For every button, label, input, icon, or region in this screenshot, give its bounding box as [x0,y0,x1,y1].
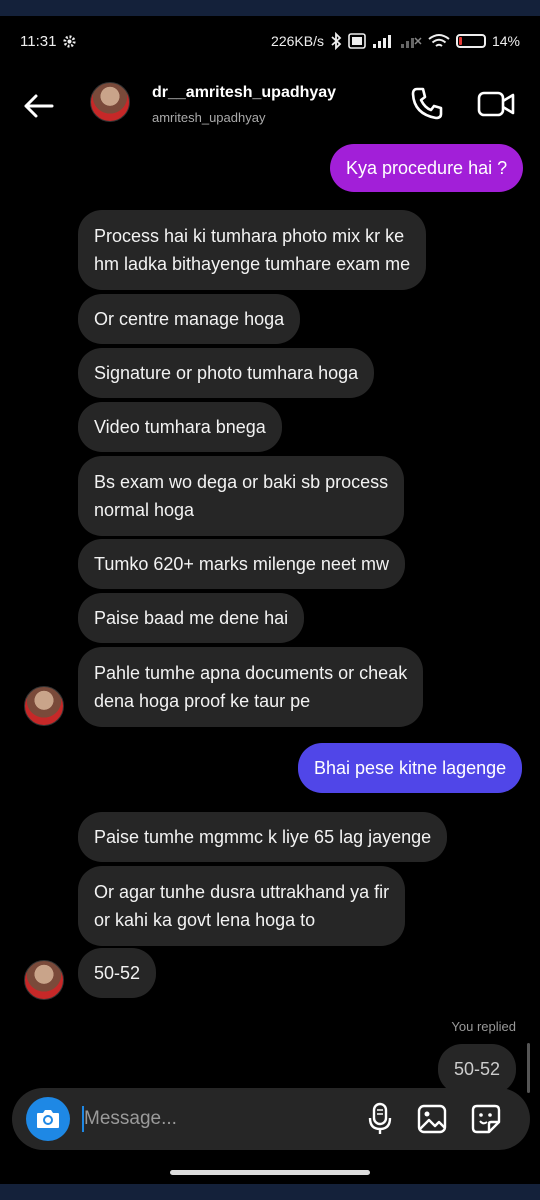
volte-icon [348,33,366,49]
message-bubble-incoming[interactable]: Video tumhara bnega [78,402,282,452]
message-line: Pahle tumhe apna documents or cheak [94,663,408,683]
message-bubble-outgoing[interactable]: Kya procedure hai ? [330,144,524,192]
video-call-icon[interactable] [476,86,516,122]
sender-avatar[interactable] [24,960,64,1000]
message-line: Signature or photo tumhara hoga [94,363,359,383]
bluetooth-icon [331,32,342,50]
battery-icon [455,34,486,48]
message-line: normal hoga [94,500,195,520]
camera-button[interactable] [26,1097,70,1141]
message-line: Or centre manage hoga [94,309,285,329]
home-indicator[interactable] [170,1170,370,1175]
message-bubble-outgoing[interactable]: Bhai pese kitne lagenge [298,743,523,793]
status-bar: 11:31 226KB/s 14% [0,16,540,66]
message-line: Video tumhara bnega [94,417,266,437]
you-replied-label: You replied [451,1019,516,1034]
phone-icon[interactable] [408,84,446,122]
message-composer [12,1088,530,1150]
replied-text: 50-52 [454,1059,501,1079]
gear-icon [63,34,77,48]
wifi-icon [428,34,450,47]
replied-to-bubble[interactable]: 50-52 [438,1044,517,1094]
gallery-icon[interactable] [416,1102,448,1136]
back-arrow-icon[interactable] [20,88,56,124]
battery-fill [458,37,463,45]
message-text: Bhai pese kitne lagenge [314,758,507,778]
header-avatar[interactable] [90,82,130,122]
message-bubble-incoming[interactable]: Or agar tunhe dusra uttrakhand ya fir or… [78,866,406,946]
sender-avatar[interactable] [24,686,64,726]
message-bubble-incoming[interactable]: Tumko 620+ marks milenge neet mw [78,539,405,589]
message-line: 50-52 [94,963,141,983]
camera-icon [37,1110,59,1128]
reply-indicator-bar [527,1043,530,1093]
network-speed: 226KB/s [271,33,324,49]
message-bubble-incoming[interactable]: Bs exam wo dega or baki sb process norma… [78,456,405,536]
message-line: Paise baad me dene hai [94,608,289,628]
signal-off-icon [400,37,422,48]
message-line: Bs exam wo dega or baki sb process [94,472,389,492]
message-bubble-incoming[interactable]: Paise tumhe mgmmc k liye 65 lag jayenge [78,812,448,862]
header-username[interactable]: dr__amritesh_upadhyay [152,84,336,102]
status-time-group: 11:31 [20,33,77,50]
battery-percent: 14% [491,33,520,49]
message-line: Or agar tunhe dusra uttrakhand ya fir [94,882,390,902]
chat-header: dr__amritesh_upadhyay amritesh_upadhyay [0,70,540,140]
message-line: Paise tumhe mgmmc k liye 65 lag jayenge [94,827,432,847]
message-line: hm ladka bithayenge tumhare exam me [94,254,411,274]
message-line: Tumko 620+ marks milenge neet mw [94,554,389,574]
message-line: Process hai ki tumhara photo mix kr ke [94,226,405,246]
message-input[interactable] [84,1102,334,1136]
microphone-icon[interactable] [364,1102,396,1136]
message-bubble-incoming[interactable]: Process hai ki tumhara photo mix kr ke h… [78,210,427,290]
message-line: dena hoga proof ke taur pe [94,691,311,711]
signal-icon [372,35,391,48]
sticker-icon[interactable] [470,1102,502,1136]
header-handle[interactable]: amritesh_upadhyay [152,110,265,125]
message-line: or kahi ka govt lena hoga to [94,910,316,930]
message-bubble-incoming[interactable]: Signature or photo tumhara hoga [78,348,375,398]
top-edge-strip [0,0,540,16]
message-bubble-incoming[interactable]: 50-52 [78,948,157,998]
message-bubble-incoming[interactable]: Paise baad me dene hai [78,593,305,643]
status-time: 11:31 [20,32,57,50]
status-right-group: 226KB/s 14% [271,32,520,50]
message-bubble-incoming[interactable]: Pahle tumhe apna documents or cheak dena… [78,647,424,727]
message-bubble-incoming[interactable]: Or centre manage hoga [78,294,301,344]
bottom-edge-strip [0,1184,540,1200]
message-text: Kya procedure hai ? [346,158,508,178]
